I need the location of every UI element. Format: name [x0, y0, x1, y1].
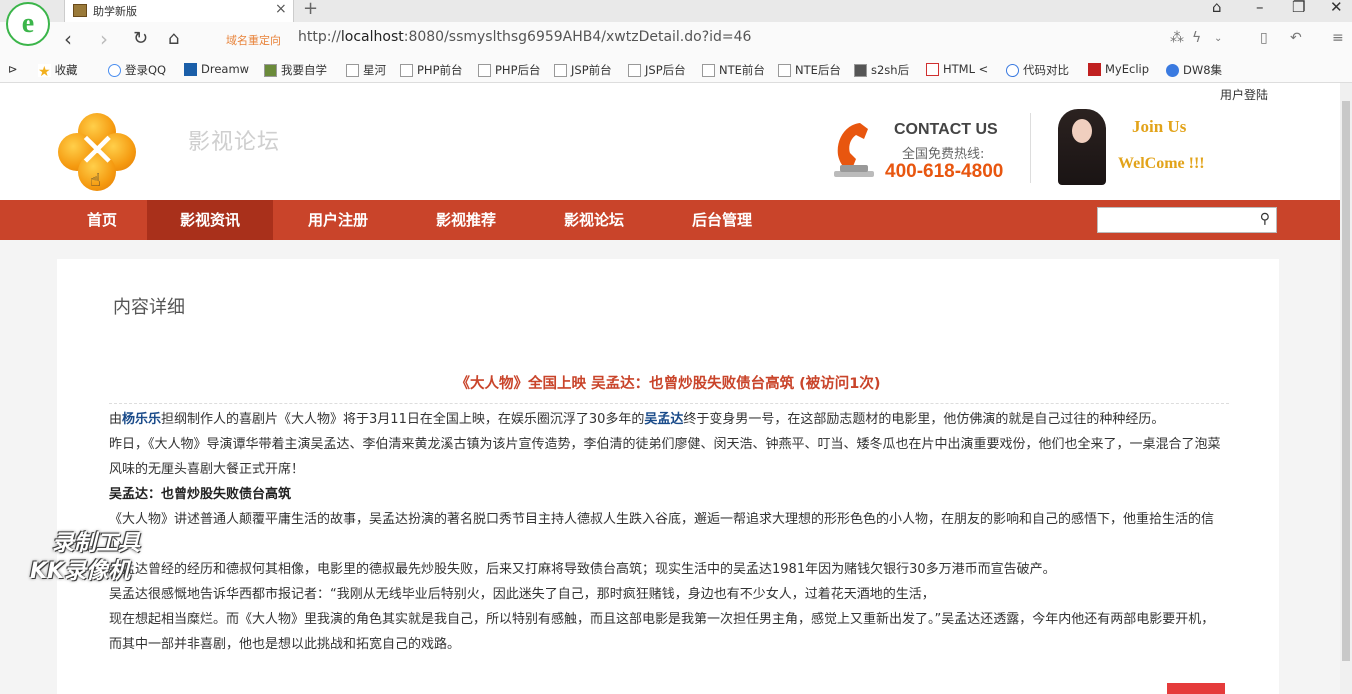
- avatar: [1058, 109, 1106, 185]
- person-link[interactable]: 吴孟达: [644, 412, 683, 427]
- web-page: 用户登陆 ✕ 影视论坛 CONTACT US 全国免费热线: 400-618-4…: [0, 83, 1340, 694]
- browser-tab[interactable]: 助学新版 ×: [64, 0, 294, 22]
- bookmark-item[interactable]: 代码对比: [1006, 62, 1069, 78]
- bookmark-item[interactable]: PHP前台: [400, 62, 463, 78]
- bookmark-item[interactable]: s2sh后: [854, 62, 909, 78]
- back-to-top-button[interactable]: [1167, 683, 1225, 694]
- bookmark-item[interactable]: JSP前台: [554, 62, 612, 78]
- main-nav: 首页 影视资讯 用户注册 影视推荐 影视论坛 后台管理 ⚲: [0, 200, 1340, 240]
- minimize-icon[interactable]: –: [1256, 0, 1264, 16]
- site-title: 影视论坛: [188, 130, 281, 155]
- back-icon[interactable]: ‹: [64, 27, 72, 51]
- home-icon[interactable]: ⌂: [168, 28, 179, 49]
- bookmark-item[interactable]: DW8集: [1166, 62, 1222, 78]
- menu-icon[interactable]: ≡: [1332, 30, 1344, 46]
- forward-icon[interactable]: ›: [100, 27, 108, 51]
- person-link[interactable]: 杨乐乐: [122, 412, 161, 427]
- hotline-label: 全国免费热线:: [902, 147, 985, 162]
- article-subheading: 吴孟达：也曾炒股失败债台高筑: [109, 487, 292, 502]
- bookmark-item[interactable]: NTE前台: [702, 62, 765, 78]
- url-rest: :8080/ssmyslthsg6959AHB4/xwtzDetail.do?i…: [403, 29, 752, 45]
- redirect-label: 域名重定向: [226, 34, 281, 47]
- grid-icon[interactable]: ⁂: [1170, 30, 1184, 46]
- bookmark-item[interactable]: 我要自学: [264, 62, 327, 78]
- nav-item-forum[interactable]: 影视论坛: [542, 200, 646, 240]
- undo-icon[interactable]: ↶: [1290, 30, 1302, 46]
- nav-item-news[interactable]: 影视资讯: [147, 200, 273, 240]
- new-tab-icon[interactable]: +: [303, 0, 318, 19]
- welcome-text: WelCome !!!: [1118, 155, 1205, 172]
- nav-item-admin[interactable]: 后台管理: [670, 200, 774, 240]
- search-input[interactable]: ⚲: [1097, 207, 1277, 233]
- site-header: 用户登陆 ✕ 影视论坛 CONTACT US 全国免费热线: 400-618-4…: [0, 83, 1340, 200]
- content-panel: 内容详细 《大人物》全国上映 吴孟达：也曾炒股失败债台高筑 (被访问1次) 由杨…: [57, 259, 1279, 694]
- article-paragraph: 《大人物》讲述普通人颠覆平庸生活的故事，吴孟达扮演的著名脱口秀节目主持人德叔人生…: [109, 512, 1215, 552]
- close-window-icon[interactable]: ✕: [1330, 0, 1343, 16]
- article-body: 由杨乐乐担纲制作人的喜剧片《大人物》将于3月11日在全国上映，在娱乐圈沉浮了30…: [109, 407, 1221, 657]
- bookmark-item[interactable]: 星河: [346, 62, 386, 78]
- chevron-down-icon[interactable]: ⌄: [1214, 33, 1222, 44]
- header-divider: [1030, 113, 1031, 183]
- bookmark-item[interactable]: ★ 收藏: [38, 62, 78, 80]
- bookmarks-toggle-icon[interactable]: ⊳: [8, 62, 18, 76]
- hand-cursor-icon: ☝: [90, 170, 101, 191]
- article-paragraph: 吴孟达很感慨地告诉华西都市报记者：“我刚从无线毕业后特别火，因此迷失了自己，那时…: [109, 587, 935, 602]
- hotline-number: 400-618-4800: [885, 161, 1004, 182]
- join-us-text: Join Us: [1132, 117, 1187, 136]
- article-paragraph: 由杨乐乐担纲制作人的喜剧片《大人物》将于3月11日在全国上映，在娱乐圈沉浮了30…: [109, 412, 1165, 427]
- restore-icon[interactable]: ❐: [1292, 0, 1305, 16]
- url-field[interactable]: http://localhost:8080/ssmyslthsg6959AHB4…: [298, 29, 751, 45]
- section-title: 内容详细: [113, 297, 185, 318]
- nav-item-home[interactable]: 首页: [62, 200, 142, 240]
- tab-close-icon[interactable]: ×: [275, 1, 287, 17]
- recorder-watermark: 录制工具 KK录像机: [30, 531, 141, 584]
- bookmark-item[interactable]: JSP后台: [628, 62, 686, 78]
- bookmark-item[interactable]: PHP后台: [478, 62, 541, 78]
- scrollbar-thumb[interactable]: [1342, 101, 1350, 661]
- shirt-icon[interactable]: ⌂: [1212, 0, 1222, 16]
- bookmark-item[interactable]: HTML <: [926, 62, 988, 76]
- bookmark-item[interactable]: 登录QQ: [108, 62, 166, 78]
- bookmark-icon[interactable]: ▯: [1260, 30, 1268, 46]
- search-icon[interactable]: ⚲: [1260, 211, 1270, 227]
- tab-title: 助学新版: [93, 5, 137, 18]
- bookmark-item[interactable]: NTE后台: [778, 62, 841, 78]
- url-prefix: http://: [298, 29, 341, 45]
- phone-icon: [834, 123, 874, 177]
- browser-logo-icon: e: [6, 2, 50, 46]
- bookmark-item[interactable]: Dreamw: [184, 62, 249, 76]
- url-host: localhost: [340, 29, 404, 45]
- page-scrollbar[interactable]: [1340, 83, 1352, 694]
- nav-item-recommend[interactable]: 影视推荐: [414, 200, 518, 240]
- lightning-icon[interactable]: ϟ: [1192, 30, 1201, 46]
- article-paragraph: 昨日，《大人物》导演谭华带着主演吴孟达、李伯清来黄龙溪古镇为该片宣传造势，李伯清…: [109, 437, 1221, 477]
- article-title: 《大人物》全国上映 吴孟达：也曾炒股失败债台高筑 (被访问1次): [455, 376, 881, 392]
- reload-icon[interactable]: ↻: [133, 28, 148, 49]
- article-paragraph: 吴孟达曾经的经历和德叔何其相像，电影里的德叔最先炒股失败，后来又打麻将导致债台高…: [109, 562, 1056, 577]
- user-login-link[interactable]: 用户登陆: [1220, 86, 1268, 103]
- title-divider: [109, 403, 1229, 404]
- nav-item-register[interactable]: 用户注册: [286, 200, 390, 240]
- article-paragraph: 现在想起相当糜烂。而《大人物》里我演的角色其实就是我自己，所以特别有感触，而且这…: [109, 612, 1215, 652]
- contact-title: CONTACT US: [894, 121, 998, 138]
- tab-favicon-icon: [73, 4, 87, 17]
- bookmark-item[interactable]: MyEclip: [1088, 62, 1149, 76]
